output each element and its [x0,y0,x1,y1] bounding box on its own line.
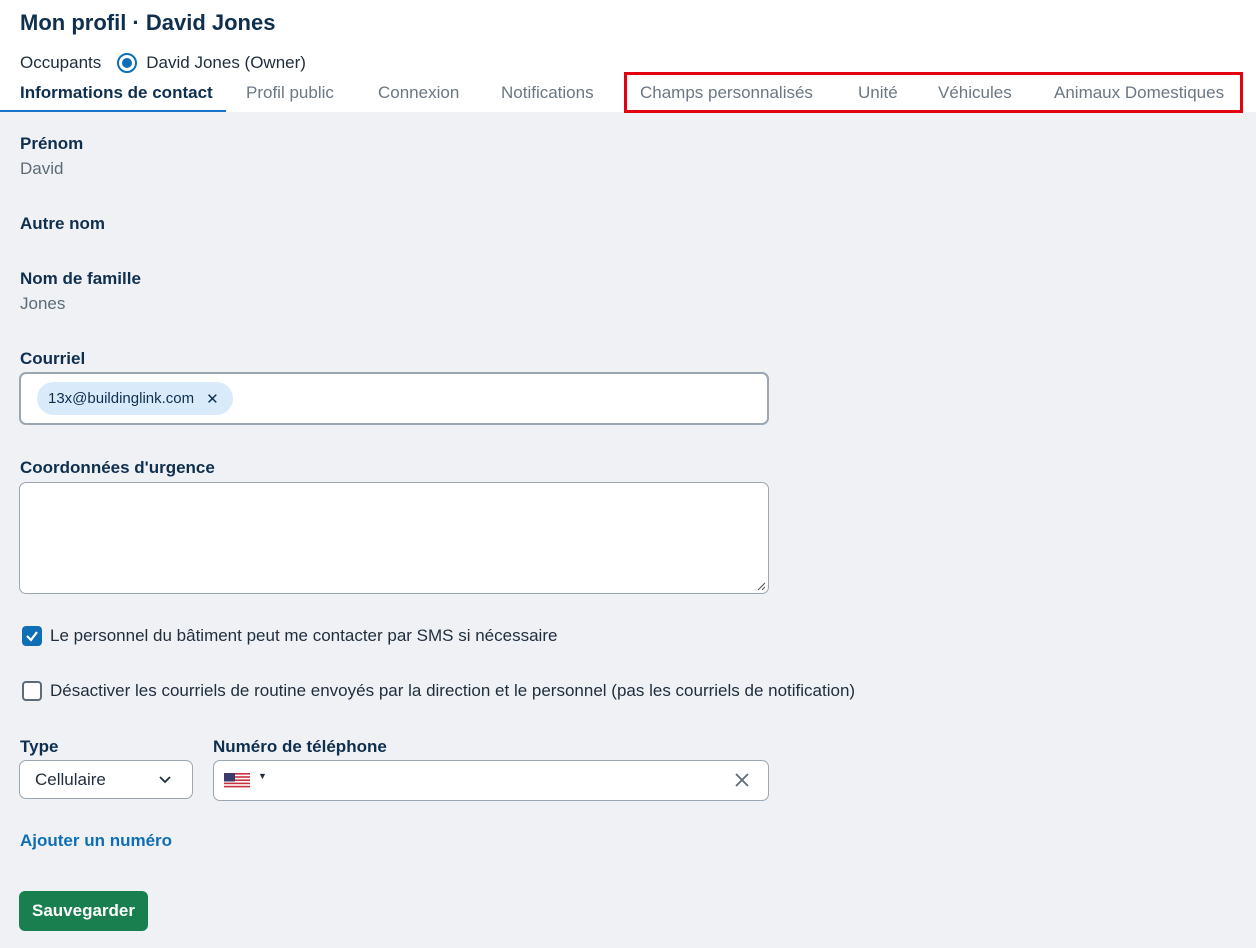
tab-animaux-domestiques[interactable]: Animaux Domestiques [1054,78,1224,112]
phone-type-value: Cellulaire [35,769,106,789]
first-name-label: Prénom [20,134,84,153]
close-icon[interactable]: ✕ [206,390,219,408]
phone-type-label: Type [20,737,59,756]
sms-checkbox[interactable] [22,626,42,646]
last-name-value: Jones [20,294,66,313]
page-title: Mon profil · David Jones [20,10,276,35]
routine-email-checkbox[interactable] [22,681,42,701]
sms-checkbox-label: Le personnel du bâtiment peut me contact… [50,626,558,645]
phone-type-select[interactable]: Cellulaire [19,760,193,799]
routine-email-checkbox-label: Désactiver les courriels de routine envo… [50,681,856,700]
occupant-name[interactable]: David Jones (Owner) [146,53,306,73]
occupants-row: Occupants David Jones (Owner) [20,52,306,74]
occupants-label: Occupants [20,53,102,72]
save-button[interactable]: Sauvegarder [19,891,148,931]
country-caret-icon[interactable]: ▼ [258,771,267,781]
phone-number-input[interactable]: ▼ [213,760,769,801]
tab-informations-de-contact[interactable]: Informations de contact [20,78,213,112]
tab-connexion[interactable]: Connexion [378,78,459,112]
sms-checkbox-row[interactable]: Le personnel du bâtiment peut me contact… [22,626,557,646]
other-name-label: Autre nom [20,214,105,233]
tab-vehicules[interactable]: Véhicules [938,78,1012,112]
emergency-label: Coordonnées d'urgence [20,458,215,477]
profile-header: Mon profil · David Jones Occupants David… [0,0,1256,113]
occupant-radio[interactable] [117,53,138,73]
routine-email-checkbox-row[interactable]: Désactiver les courriels de routine envo… [22,681,855,701]
tab-profil-public[interactable]: Profil public [246,78,334,112]
tab-champs-personnalises[interactable]: Champs personnalisés [640,78,813,112]
phone-number-label: Numéro de téléphone [213,737,387,756]
chevron-down-icon [159,776,171,784]
checkmark-icon [26,631,38,642]
resize-grip-icon[interactable] [756,581,766,591]
clear-icon[interactable] [734,772,750,788]
active-tab-indicator [0,110,226,112]
profile-tabs: Informations de contact Profil public Co… [0,78,1256,112]
radio-selected-dot [122,58,133,68]
add-number-link[interactable]: Ajouter un numéro [20,831,172,851]
first-name-value: David [20,159,64,178]
tab-unite[interactable]: Unité [858,78,898,112]
email-chip: 13x@buildinglink.com ✕ [37,382,233,415]
email-chip-text: 13x@buildinglink.com [48,390,195,407]
emergency-textarea[interactable] [19,482,769,594]
email-label: Courriel [20,349,86,368]
last-name-label: Nom de famille [20,269,141,288]
us-flag-icon[interactable] [224,773,250,789]
email-field[interactable]: 13x@buildinglink.com ✕ [19,372,769,425]
tab-notifications[interactable]: Notifications [501,78,594,112]
